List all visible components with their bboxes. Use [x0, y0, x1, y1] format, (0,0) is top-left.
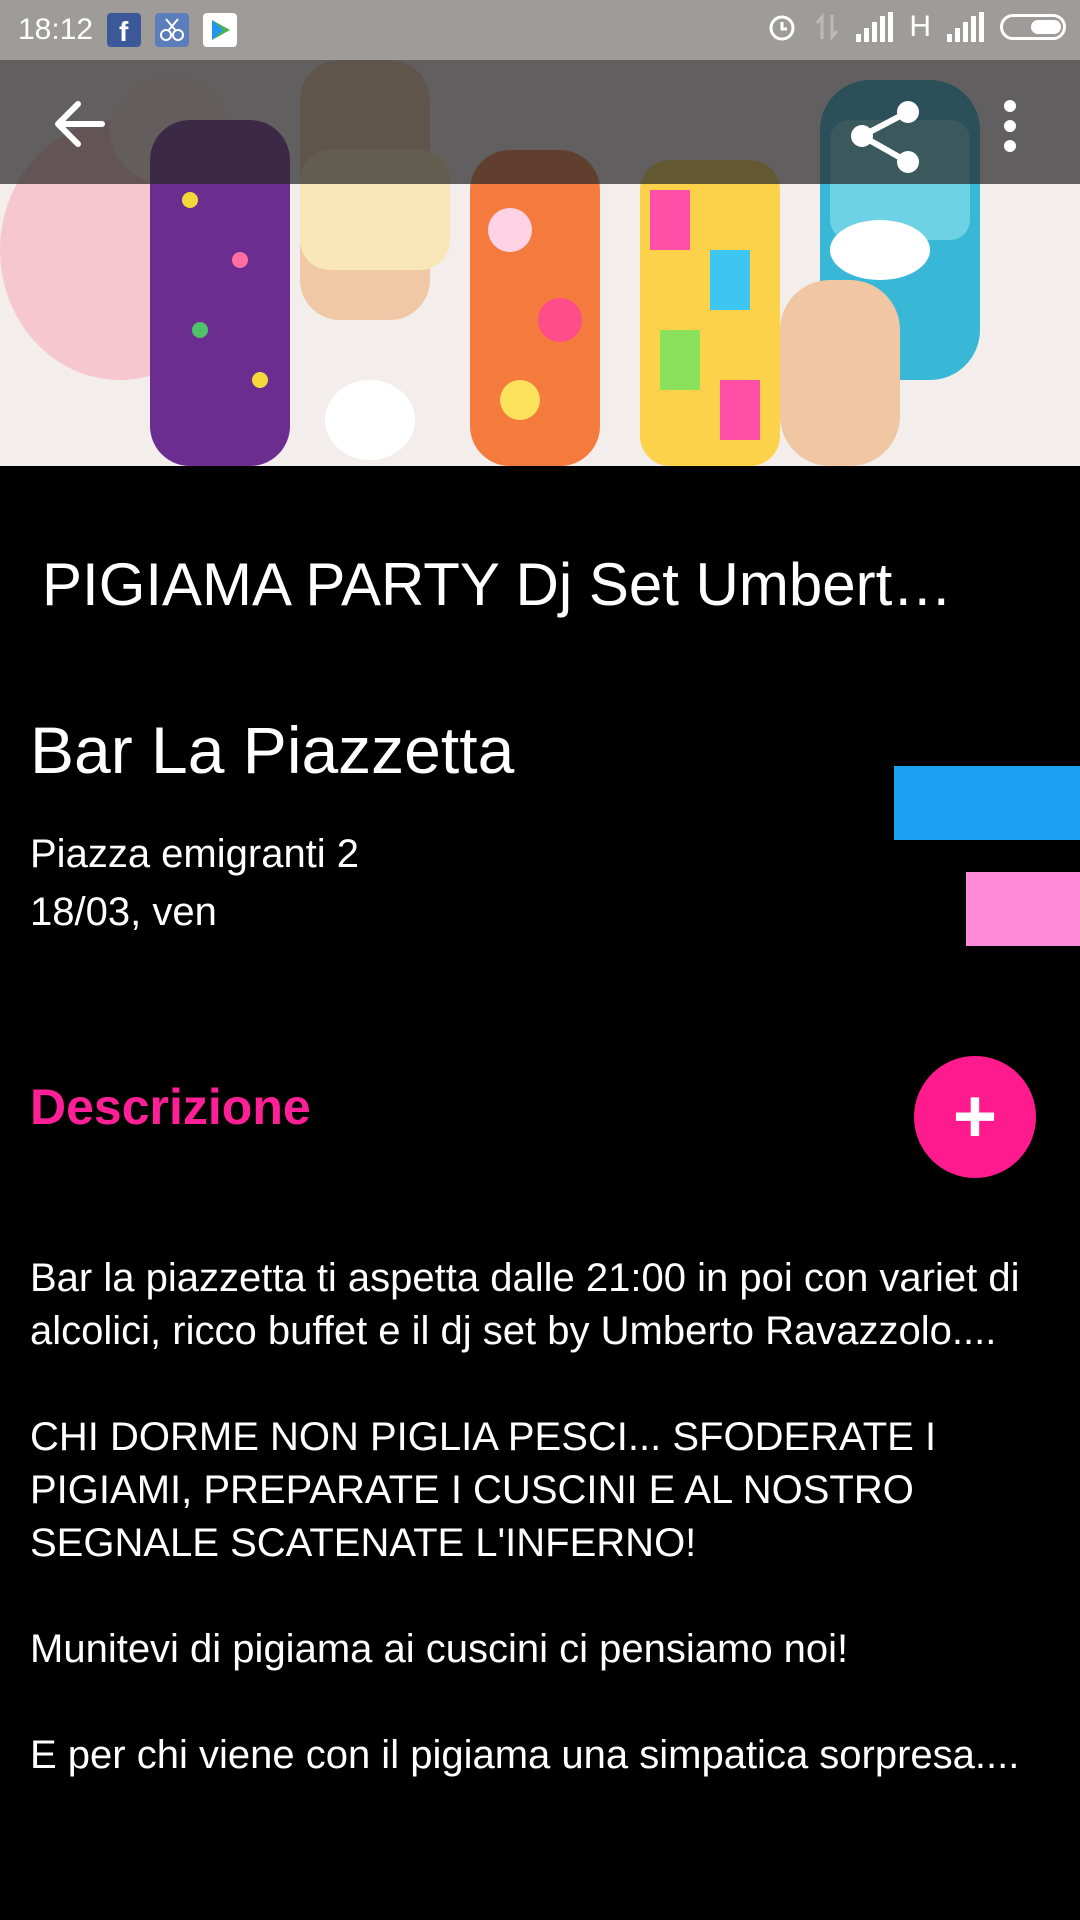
scissors-app-icon — [155, 13, 190, 47]
description-paragraph: Munitevi di pigiama ai cuscini ci pensia… — [30, 1627, 849, 1671]
signal-icon — [856, 12, 894, 42]
alarm-icon — [769, 15, 795, 41]
app-bar — [0, 60, 1080, 184]
description-paragraph: Bar la piazzetta ti aspetta dalle 21:00 … — [30, 1256, 1020, 1353]
network-type: H — [909, 10, 931, 43]
signal-icon — [947, 12, 984, 42]
venue-address: Piazza emigranti 2 — [30, 832, 360, 876]
description-text: Bar la piazzetta ti aspetta dalle 21:00 … — [30, 1252, 1060, 1835]
svg-text:f: f — [119, 16, 129, 47]
facebook-icon: f — [107, 13, 142, 47]
battery-icon — [1000, 14, 1066, 40]
description-heading: Descrizione — [30, 1079, 311, 1135]
share-icon[interactable] — [846, 98, 926, 178]
add-button[interactable]: + — [914, 1056, 1036, 1178]
category-tag-pink — [966, 872, 1080, 946]
description-paragraph: E per chi viene con il pigiama una simpa… — [30, 1733, 1020, 1777]
status-time: 18:12 — [18, 13, 94, 46]
event-title: PIGIAMA PARTY Dj Set Umbert… — [42, 551, 953, 618]
description-paragraph: CHI DORME NON PIGLIA PESCI... SFODERATE … — [30, 1415, 937, 1565]
data-arrows-icon — [816, 12, 839, 42]
more-vert-icon[interactable] — [990, 98, 1030, 158]
play-store-icon — [203, 13, 238, 47]
arrow-back-icon[interactable] — [50, 94, 110, 154]
plus-icon: + — [952, 1074, 998, 1159]
category-tag-blue — [894, 766, 1080, 840]
venue-name: Bar La Piazzetta — [30, 713, 515, 787]
event-date: 18/03, ven — [30, 890, 217, 934]
status-bar: 18:12 f H — [0, 0, 1080, 60]
